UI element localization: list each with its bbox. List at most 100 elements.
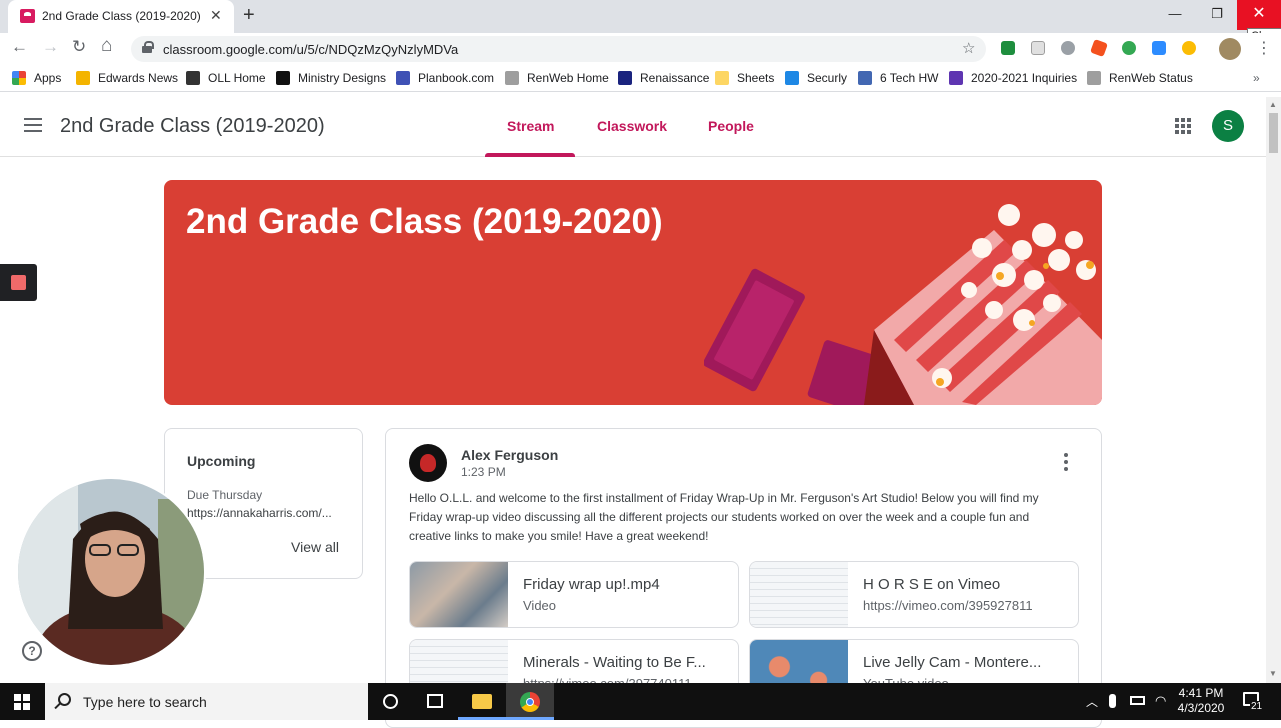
upcoming-due-date: Due Thursday	[187, 488, 263, 502]
attachment-subtitle: https://vimeo.com/395927811	[863, 598, 1033, 613]
bookmark-oll-home[interactable]: OLL Home	[186, 71, 266, 85]
bookmark-icon	[276, 71, 290, 85]
link-thumbnail	[750, 562, 848, 627]
bookmark-star-icon[interactable]: ☆	[962, 39, 975, 57]
google-apps-icon[interactable]	[1175, 118, 1191, 134]
bookmark-icon	[618, 71, 632, 85]
recording-widget[interactable]	[0, 264, 37, 301]
microphone-icon[interactable]	[1109, 694, 1116, 708]
bookmark-renweb-home[interactable]: RenWeb Home	[505, 71, 609, 85]
bookmarks-overflow-icon[interactable]: »	[1253, 71, 1260, 85]
clock-date: 4/3/2020	[1177, 701, 1225, 715]
taskbar-search-placeholder: Type here to search	[83, 694, 207, 710]
attachment-title: Live Jelly Cam - Montere...	[863, 654, 1042, 671]
bookmarks-bar: Apps Edwards News OLL Home Ministry Desi…	[0, 65, 1281, 92]
extension-badge-icon[interactable]	[1061, 41, 1075, 55]
bookmark-apps[interactable]: Apps	[12, 71, 61, 85]
cortana-icon[interactable]	[368, 683, 416, 720]
bookmark-icon	[785, 71, 799, 85]
attachment-link[interactable]: H O R S E on Vimeo https://vimeo.com/395…	[749, 561, 1079, 628]
wifi-icon[interactable]: ◠	[1155, 693, 1166, 709]
banner-title[interactable]: 2nd Grade Class (2019-2020)	[186, 202, 663, 242]
scroll-up-icon[interactable]: ▲	[1269, 100, 1277, 109]
window-close-button[interactable]: ✕	[1237, 0, 1281, 30]
video-thumbnail	[410, 562, 508, 627]
zoom-extension-icon[interactable]	[1152, 41, 1166, 55]
bookmark-icon	[186, 71, 200, 85]
browser-tab-strip: 2nd Grade Class (2019-2020) ✕ + — ❐ ✕	[0, 0, 1281, 33]
new-tab-button[interactable]: +	[243, 4, 255, 27]
profile-avatar[interactable]	[1219, 38, 1241, 60]
attachment-title: Minerals - Waiting to Be F...	[523, 654, 706, 671]
tray-chevron-icon[interactable]: ︿	[1086, 693, 1098, 710]
back-arrow-icon[interactable]: ←	[11, 37, 28, 57]
page-scrollbar[interactable]: ▲ ▼	[1266, 97, 1281, 683]
bookmark-renaissance[interactable]: Renaissance	[618, 71, 709, 85]
webcam-presenter-image	[18, 479, 204, 665]
apps-grid-icon	[12, 71, 26, 85]
author-avatar	[409, 444, 447, 482]
bookmark-renweb-status[interactable]: RenWeb Status	[1087, 71, 1193, 85]
bookmark-ministry-designs[interactable]: Ministry Designs	[276, 71, 386, 85]
task-view-icon[interactable]	[412, 683, 460, 720]
bookmark-icon	[1087, 71, 1101, 85]
tab-close-icon[interactable]: ✕	[210, 7, 222, 24]
hamburger-menu-icon[interactable]	[24, 118, 42, 132]
post-timestamp: 1:23 PM	[461, 465, 506, 479]
help-icon[interactable]: ?	[22, 641, 42, 661]
taskbar-search-box[interactable]: Type here to search	[45, 683, 368, 720]
forms-icon	[949, 71, 963, 85]
folder-icon	[715, 71, 729, 85]
bookmark-inquiries[interactable]: 2020-2021 Inquiries	[949, 71, 1077, 85]
file-explorer-icon[interactable]	[458, 683, 506, 720]
tab-stream[interactable]: Stream	[507, 118, 554, 134]
view-all-button[interactable]: View all	[291, 539, 339, 555]
windows-taskbar: Type here to search ︿ ◠ 4:41 PM 4/3/2020…	[0, 683, 1281, 720]
url-text[interactable]: classroom.google.com/u/5/c/NDQzMzQyNzlyM…	[163, 42, 458, 57]
upcoming-heading: Upcoming	[187, 453, 256, 469]
home-icon[interactable]: ⌂	[101, 35, 112, 57]
bookmark-icon	[76, 71, 90, 85]
extension-green-icon[interactable]	[1122, 41, 1136, 55]
more-options-icon[interactable]	[1064, 453, 1068, 471]
chrome-menu-icon[interactable]: ⋮	[1256, 38, 1272, 58]
scroll-down-icon[interactable]: ▼	[1269, 669, 1277, 678]
notification-count-badge: 21	[1250, 701, 1264, 712]
bookmark-sheets[interactable]: Sheets	[715, 71, 774, 85]
windows-start-icon[interactable]	[14, 694, 30, 710]
user-avatar[interactable]: S	[1212, 110, 1244, 142]
stop-recording-icon[interactable]	[11, 275, 26, 290]
battery-icon[interactable]	[1130, 696, 1145, 705]
class-title[interactable]: 2nd Grade Class (2019-2020)	[60, 115, 325, 138]
upcoming-item-link[interactable]: https://annakaharris.com/...	[187, 506, 332, 520]
restore-button[interactable]: ❐	[1195, 0, 1239, 30]
bookmark-edwards-news[interactable]: Edwards News	[76, 71, 178, 85]
bookmark-icon	[396, 71, 410, 85]
attachment-subtitle: Video	[523, 598, 557, 613]
address-bar[interactable]: classroom.google.com/u/5/c/NDQzMzQyNzlyM…	[131, 36, 986, 62]
browser-tab[interactable]: 2nd Grade Class (2019-2020) ✕	[8, 0, 234, 33]
minimize-button[interactable]: —	[1153, 0, 1197, 30]
docs-icon	[858, 71, 872, 85]
attachment-title: H O R S E on Vimeo	[863, 576, 1001, 593]
tab-classwork[interactable]: Classwork	[597, 118, 667, 134]
scrollbar-thumb[interactable]	[1269, 113, 1278, 153]
forward-arrow-icon[interactable]: →	[42, 37, 59, 57]
tab-people[interactable]: People	[708, 118, 754, 134]
popcorn-illustration	[704, 204, 1102, 405]
browser-toolbar: ← → ↻ ⌂ classroom.google.com/u/5/c/NDQzM…	[0, 33, 1281, 65]
extension-page-icon[interactable]	[1031, 41, 1045, 55]
bookmark-6-tech-hw[interactable]: 6 Tech HW	[858, 71, 938, 85]
post-body: Hello O.L.L. and welcome to the first in…	[409, 491, 1039, 543]
bookmark-securly[interactable]: Securly	[785, 71, 847, 85]
reload-icon[interactable]: ↻	[72, 37, 86, 57]
extension-cast-icon[interactable]	[1001, 41, 1015, 55]
attachment-video[interactable]: Friday wrap up!.mp4 Video	[409, 561, 739, 628]
chrome-taskbar-icon[interactable]	[506, 683, 554, 720]
tab-title: 2nd Grade Class (2019-2020)	[42, 9, 201, 23]
taskbar-clock[interactable]: 4:41 PM 4/3/2020	[1168, 686, 1234, 716]
extension-key-icon[interactable]	[1182, 41, 1196, 55]
classroom-favicon-icon	[20, 9, 35, 23]
bookmark-planbook[interactable]: Planbook.com	[396, 71, 494, 85]
search-icon	[58, 693, 71, 706]
